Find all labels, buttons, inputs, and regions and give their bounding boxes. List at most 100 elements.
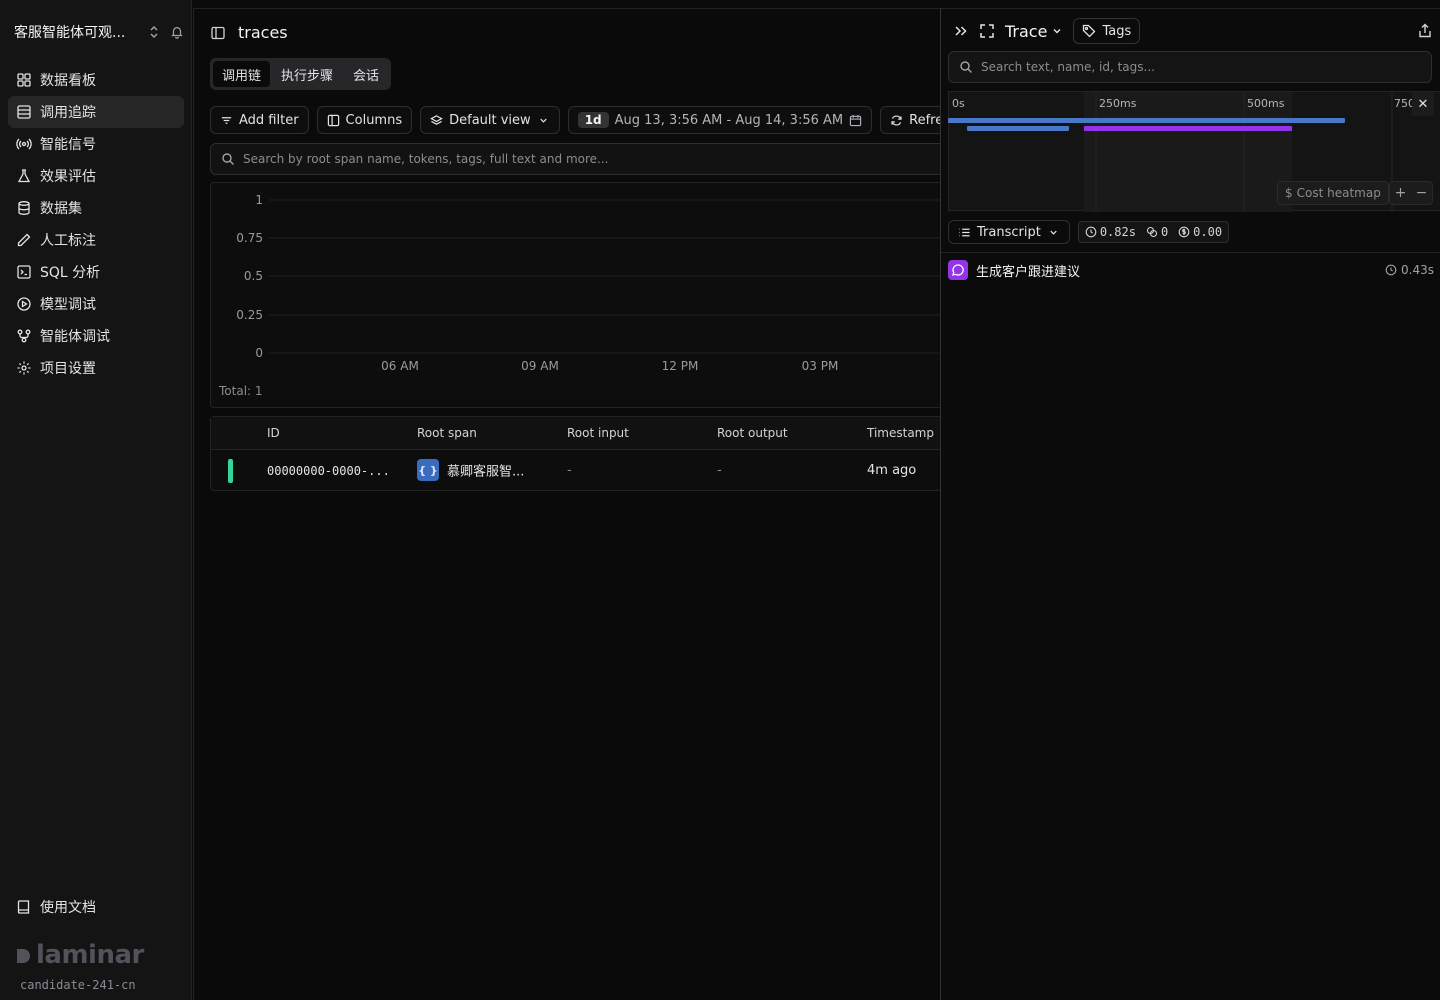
sidebar-item-traces[interactable]: 调用追踪 bbox=[8, 96, 184, 128]
range-chip[interactable]: 1d bbox=[577, 112, 609, 128]
traces-page: traces 调用链 执行步骤 会话 Add filter Columns De… bbox=[193, 8, 940, 1000]
add-filter-label: Add filter bbox=[239, 112, 299, 128]
pen-icon bbox=[17, 233, 31, 247]
sidebar-item-label: 人工标注 bbox=[40, 233, 96, 249]
column-header-root-output[interactable]: Root output bbox=[717, 426, 788, 440]
sidebar-item-label: 效果评估 bbox=[40, 169, 96, 185]
y-tick-label: 0.75 bbox=[236, 231, 263, 245]
gear-icon bbox=[17, 361, 31, 375]
project-switcher[interactable]: 客服智能体可观... bbox=[14, 22, 184, 42]
tags-button[interactable]: Tags bbox=[1073, 18, 1141, 44]
column-header-timestamp[interactable]: Timestamp bbox=[867, 426, 934, 440]
date-range-picker[interactable]: 1d Aug 13, 3:56 AM - Aug 14, 3:56 AM bbox=[567, 106, 873, 134]
braces-icon: { } bbox=[417, 459, 439, 481]
chevron-up-down-icon[interactable] bbox=[148, 25, 160, 39]
y-tick-label: 0 bbox=[255, 346, 263, 360]
traces-table: ID Root span Root input Root output Time… bbox=[210, 416, 940, 491]
columns-label: Columns bbox=[345, 112, 403, 128]
sidebar-nav: 数据看板 调用追踪 智能信号 效果评估 数据集 人工标注 SQL 分析 模型调试… bbox=[8, 64, 184, 384]
refresh-icon bbox=[891, 114, 902, 126]
docs-link[interactable]: 使用文档 bbox=[8, 891, 184, 923]
trace-search-placeholder: Search text, name, id, tags... bbox=[981, 60, 1155, 74]
root-input-cell: - bbox=[567, 463, 572, 478]
sidebar-item-label: 智能体调试 bbox=[40, 329, 110, 345]
span-duration-value: 0.43s bbox=[1401, 263, 1434, 277]
filter-icon bbox=[221, 116, 232, 124]
timeline-selection bbox=[1084, 92, 1292, 212]
page-header: traces bbox=[210, 23, 288, 42]
sidebar-item-sql[interactable]: SQL 分析 bbox=[8, 256, 184, 288]
timeline-label: 0s bbox=[952, 97, 965, 110]
page-title: traces bbox=[238, 23, 288, 42]
trace-panel-header: Trace Tags bbox=[953, 18, 1433, 44]
dollar-circle-icon bbox=[1178, 226, 1190, 238]
table-row[interactable]: 00000000-0000-... { } 慕卿客服智... - - 4m ago bbox=[211, 451, 940, 491]
zoom-out-icon[interactable]: − bbox=[1411, 182, 1432, 204]
default-view-select[interactable]: Default view bbox=[420, 106, 560, 134]
sidebar-item-label: 模型调试 bbox=[40, 297, 96, 313]
bell-icon[interactable] bbox=[170, 25, 184, 39]
cost-heatmap-button[interactable]: $ Cost heatmap bbox=[1277, 181, 1389, 205]
column-header-id[interactable]: ID bbox=[267, 426, 280, 440]
columns-button[interactable]: Columns bbox=[316, 106, 413, 134]
sidebar-item-signals[interactable]: 智能信号 bbox=[8, 128, 184, 160]
span-name: 生成客户跟进建议 bbox=[976, 264, 1081, 280]
sidebar-docs: 使用文档 bbox=[8, 891, 184, 923]
cost-metric: 0.00 bbox=[1178, 225, 1222, 239]
refresh-button[interactable]: Refresh bbox=[880, 106, 940, 134]
transcript-view-select[interactable]: Transcript bbox=[948, 220, 1070, 244]
signal-icon bbox=[16, 138, 32, 150]
expand-icon[interactable] bbox=[979, 23, 995, 39]
trace-title-dropdown[interactable]: Trace bbox=[1005, 22, 1063, 41]
sidebar-item-labeling[interactable]: 人工标注 bbox=[8, 224, 184, 256]
close-icon[interactable]: ✕ bbox=[1412, 92, 1434, 116]
clock-icon bbox=[1385, 264, 1397, 276]
date-range-text: Aug 13, 3:56 AM - Aug 14, 3:56 AM bbox=[614, 112, 844, 128]
timeline-bar-root[interactable] bbox=[948, 118, 1345, 123]
sidebar-item-playground[interactable]: 模型调试 bbox=[8, 288, 184, 320]
x-tick-label: 06 AM bbox=[381, 359, 419, 373]
sidebar-item-label: 数据集 bbox=[40, 201, 82, 217]
tab-traces[interactable]: 调用链 bbox=[213, 61, 271, 87]
sidebar-item-label: 调用追踪 bbox=[40, 105, 96, 121]
x-tick-label: 12 PM bbox=[662, 359, 699, 373]
laminar-logo: laminar bbox=[16, 940, 144, 970]
sidebar-item-label: SQL 分析 bbox=[40, 265, 101, 281]
tab-spans[interactable]: 执行步骤 bbox=[272, 61, 342, 87]
trace-title: Trace bbox=[1005, 21, 1048, 41]
trace-metrics: 0.82s 0 0.00 bbox=[1077, 221, 1230, 243]
view-mode-label: Transcript bbox=[977, 224, 1041, 240]
timeline-bar-span[interactable] bbox=[1084, 126, 1292, 131]
share-icon[interactable] bbox=[1417, 23, 1433, 39]
chart-total: Total: 1 bbox=[219, 384, 263, 398]
sidebar-item-settings[interactable]: 项目设置 bbox=[8, 352, 184, 384]
sidebar-item-agent-debug[interactable]: 智能体调试 bbox=[8, 320, 184, 352]
y-tick-label: 0.5 bbox=[244, 269, 263, 283]
collapse-panel-icon[interactable] bbox=[953, 23, 969, 39]
dashboard-icon bbox=[17, 73, 31, 87]
sidebar-item-datasets[interactable]: 数据集 bbox=[8, 192, 184, 224]
x-tick-label: 03 PM bbox=[802, 359, 839, 373]
timeline-bar-child[interactable] bbox=[967, 126, 1069, 131]
sidebar-toggle-icon[interactable] bbox=[210, 25, 226, 41]
traces-chart: 1 0.75 0.5 0.25 0 06 AM 09 AM 12 PM 03 P… bbox=[210, 182, 940, 408]
column-header-root-input[interactable]: Root input bbox=[567, 426, 629, 440]
span-item[interactable]: 生成客户跟进建议 0.43s bbox=[948, 260, 1434, 280]
columns-icon bbox=[327, 114, 339, 126]
sidebar-item-dashboard[interactable]: 数据看板 bbox=[8, 64, 184, 96]
sidebar: 客服智能体可观... 数据看板 调用追踪 智能信号 效果评估 数据集 人工标注 … bbox=[0, 0, 192, 1000]
refresh-label: Refresh bbox=[909, 112, 940, 128]
trace-search-input[interactable]: Search text, name, id, tags... bbox=[948, 51, 1432, 83]
sidebar-item-label: 智能信号 bbox=[40, 137, 96, 153]
tab-sessions[interactable]: 会话 bbox=[344, 61, 388, 87]
column-header-root-span[interactable]: Root span bbox=[417, 426, 477, 440]
x-tick-label: 09 AM bbox=[521, 359, 559, 373]
zoom-in-icon[interactable]: + bbox=[1390, 182, 1411, 204]
tags-label: Tags bbox=[1102, 23, 1132, 39]
sidebar-item-evaluations[interactable]: 效果评估 bbox=[8, 160, 184, 192]
add-filter-button[interactable]: Add filter bbox=[210, 106, 309, 134]
chat-bubble-icon bbox=[948, 260, 968, 280]
trace-id: 00000000-0000-... bbox=[267, 464, 390, 478]
view-tabs: 调用链 执行步骤 会话 bbox=[210, 58, 392, 90]
traces-search-input[interactable]: Search by root span name, tokens, tags, … bbox=[210, 143, 940, 175]
